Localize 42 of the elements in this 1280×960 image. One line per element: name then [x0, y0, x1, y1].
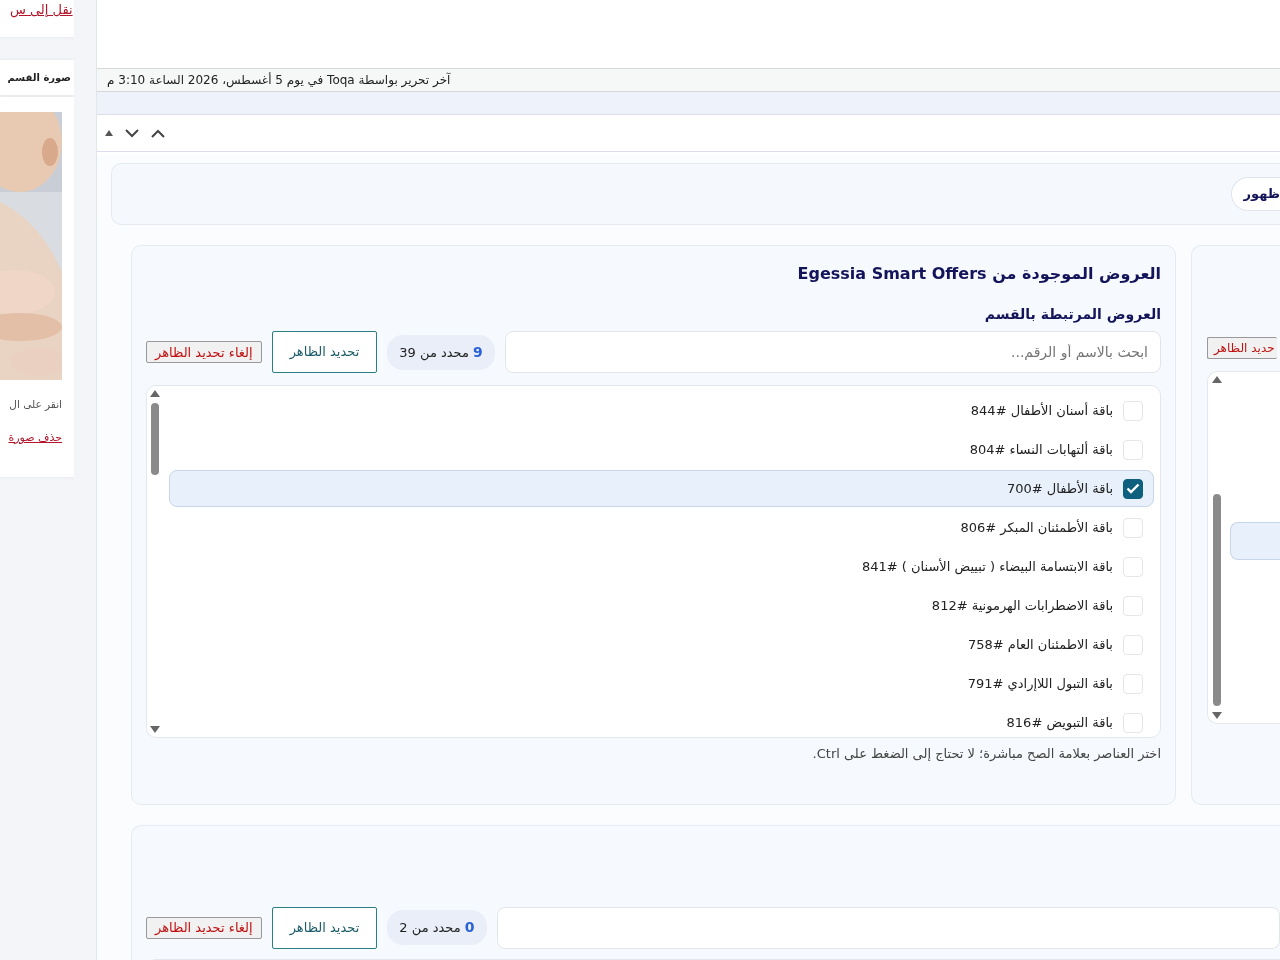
item-label: باقة الأطفال #700 — [1006, 479, 1113, 498]
item-label: باقة التبويض #816 — [1006, 713, 1113, 733]
item-label: باقة التبول اللاإرادي #791 — [967, 674, 1113, 694]
help-text: اختر العناصر بعلامة الصح مباشرة؛ لا تحتاج إلى الضغط على Ctrl. — [811, 745, 1161, 763]
deselect-visible-button[interactable]: إلغاء تحديد الظاهر — [146, 341, 262, 363]
hint-text: انقر على ال — [9, 397, 62, 413]
scroll-up-icon[interactable] — [1212, 376, 1222, 383]
list-item[interactable]: باقة ألتهابات النساء #804 — [169, 431, 1154, 468]
scroll-down-icon[interactable] — [1212, 712, 1222, 719]
item-label: باقة الاضطرابات الهرمونية #812 — [931, 596, 1113, 616]
select-visible-button[interactable]: تحديد الظاهر — [271, 906, 378, 949]
last-edited-text: آخر تحرير بواسطة Toqa في يوم 5 أغسطس، 2026 الساعة 3:10 م — [107, 73, 451, 87]
item-label: باقة الابتسامة البيضاء ( تبييض الأسنان ) #841 — [861, 557, 1113, 577]
list-item[interactable]: باقة التبويض #816 — [169, 704, 1154, 741]
visibility-tab[interactable]: ظهور — [1230, 177, 1280, 211]
scrollbar-thumb[interactable] — [151, 403, 159, 475]
deselect-visible-button[interactable]: إلغاء تحديد الظاهر — [146, 916, 262, 939]
scroll-down-icon[interactable] — [150, 726, 160, 733]
section-subtitle: العروض المرتبطة بالقسم — [983, 305, 1161, 325]
checkbox[interactable] — [1123, 478, 1143, 499]
item-label: باقة أسنان الأطفال #844 — [970, 401, 1113, 420]
list-item[interactable]: باقة الابتسامة البيضاء ( تبييض الأسنان ) #841 — [169, 548, 1154, 585]
list-item[interactable]: باقة أسنان الأطفال #844 — [169, 392, 1154, 429]
list-item[interactable] — [1230, 522, 1280, 560]
card-title: العروض الموجودة من Egessia Smart Offers — [796, 263, 1161, 285]
deselect-visible-button[interactable]: حديد الظاهر — [1207, 337, 1277, 359]
image-title: صورة القسم — [7, 71, 71, 85]
scroll-up-icon[interactable] — [150, 390, 160, 397]
chevron-down-icon[interactable] — [125, 128, 139, 138]
list-item[interactable]: باقة الاطمئنان العام #758 — [169, 626, 1154, 663]
select-visible-button[interactable]: تحديد الظاهر — [271, 331, 378, 373]
scrollbar-thumb[interactable] — [1213, 494, 1221, 706]
chevron-up-icon[interactable] — [151, 128, 165, 138]
item-label: باقة ألتهابات النساء #804 — [969, 440, 1113, 459]
item-label: باقة الاطمئنان العام #758 — [968, 635, 1113, 654]
item-label: باقة الأطمئنان المبكر #806 — [960, 518, 1113, 537]
list-item[interactable]: باقة الأطفال #700 — [169, 470, 1154, 507]
triangle-up-icon[interactable] — [105, 130, 113, 136]
list-item[interactable]: باقة الاضطرابات الهرمونية #812 — [169, 587, 1154, 624]
list-item[interactable]: باقة الأطمئنان المبكر #806 — [169, 509, 1154, 546]
list-item[interactable]: باقة التبول اللاإرادي #791 — [169, 665, 1154, 702]
delete-image-link[interactable]: حذف صورة — [8, 429, 62, 447]
